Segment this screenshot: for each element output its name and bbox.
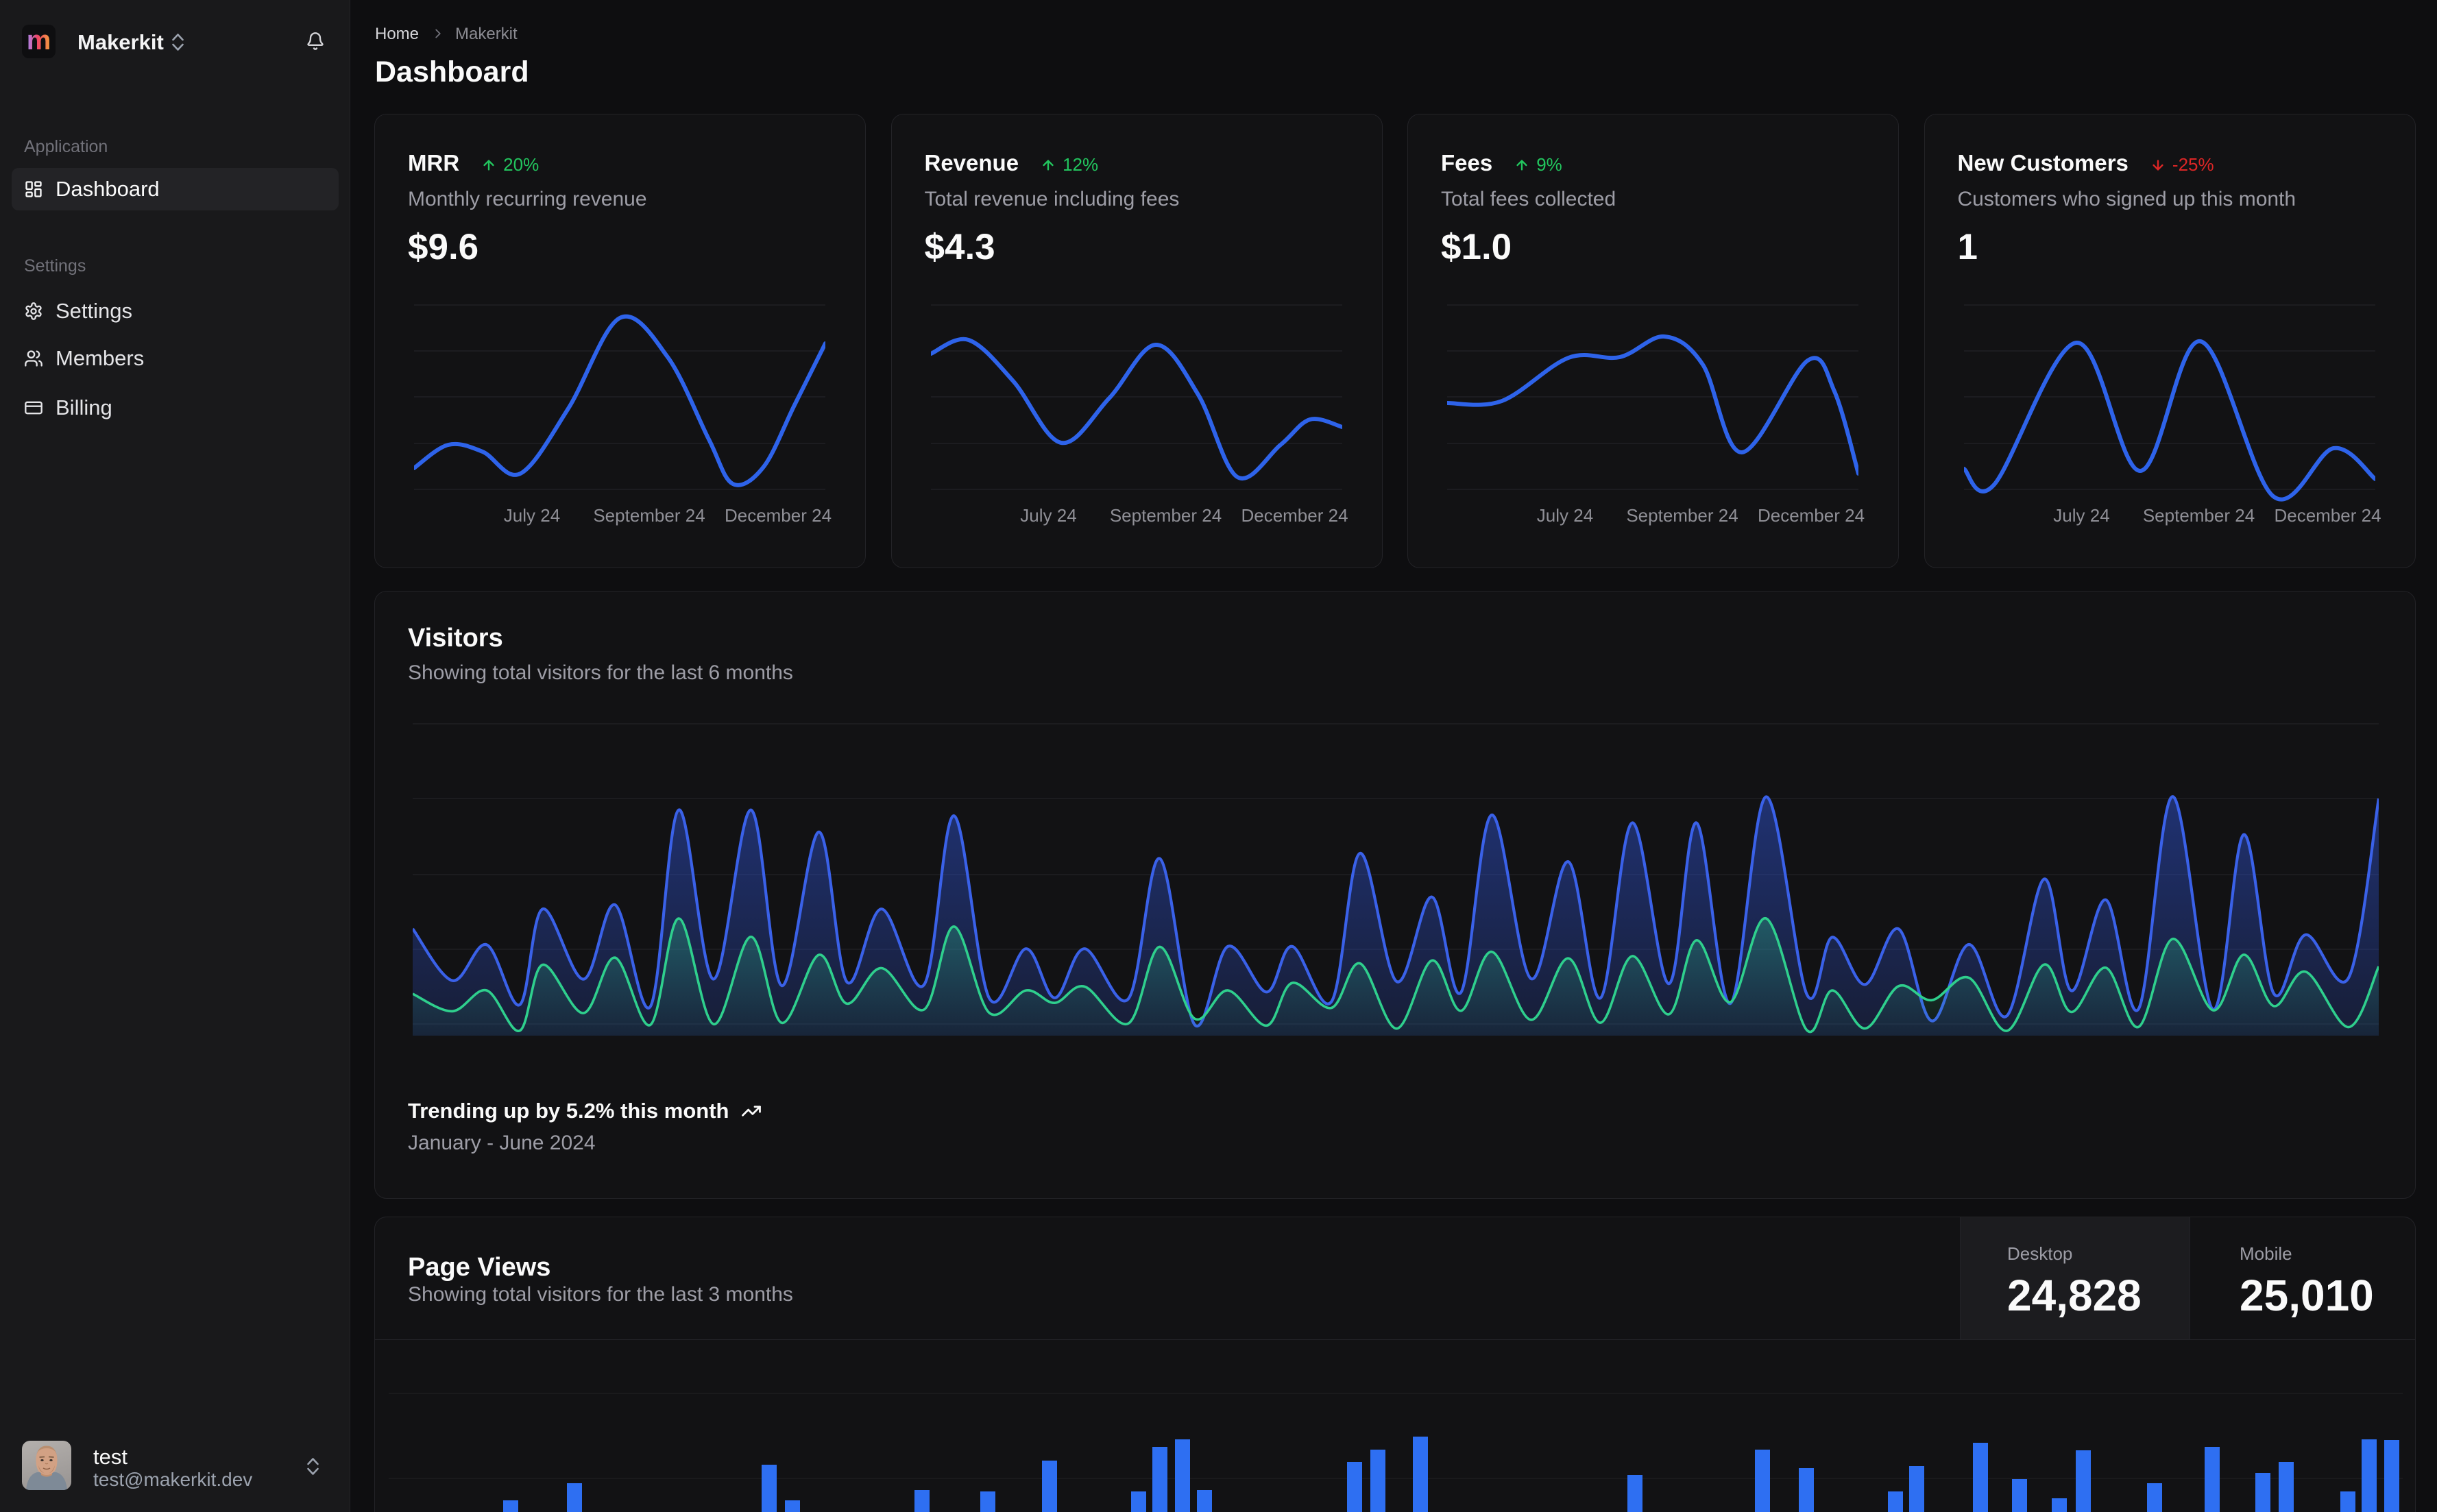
- svg-text:m: m: [27, 25, 51, 56]
